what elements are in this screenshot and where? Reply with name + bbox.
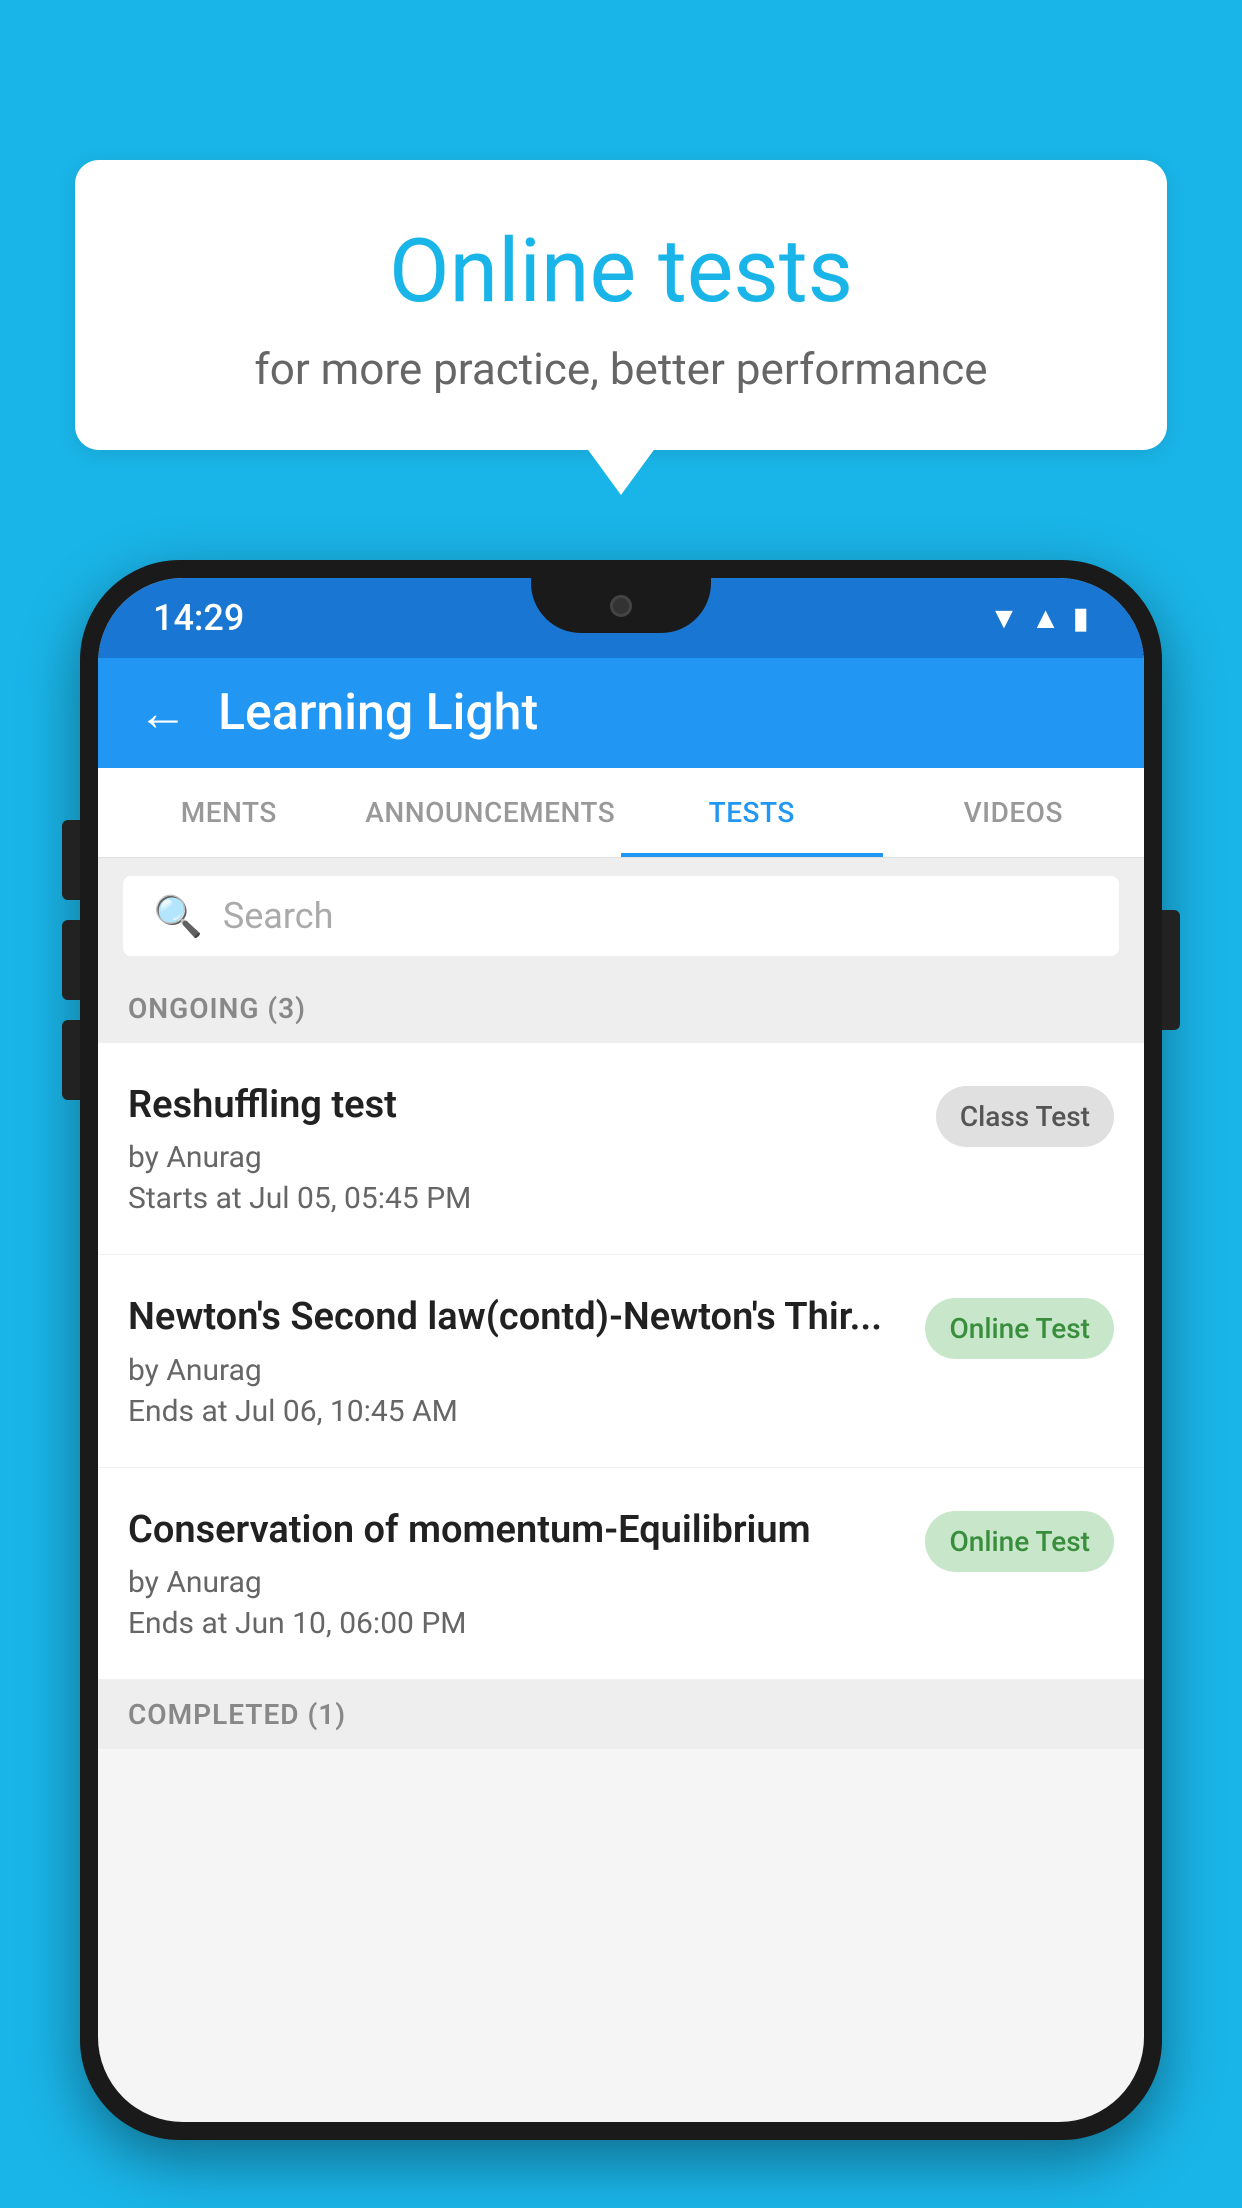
tab-videos[interactable]: VIDEOS xyxy=(883,768,1145,857)
search-container: 🔍 Search xyxy=(98,858,1144,974)
test-author-3: by Anurag xyxy=(128,1565,905,1600)
tab-videos-label: VIDEOS xyxy=(964,796,1063,829)
status-icons: ▼ ▲ ▮ xyxy=(989,601,1089,636)
tab-tests[interactable]: TESTS xyxy=(621,768,883,857)
wifi-icon: ▼ xyxy=(989,601,1019,636)
completed-section-header: COMPLETED (1) xyxy=(98,1680,1144,1749)
bubble-title: Online tests xyxy=(125,220,1117,323)
tab-announcements[interactable]: ANNOUNCEMENTS xyxy=(360,768,622,857)
test-badge-1: Class Test xyxy=(936,1086,1114,1147)
test-author-2: by Anurag xyxy=(128,1353,905,1388)
search-icon: 🔍 xyxy=(153,893,203,940)
test-info-3: Conservation of momentum-Equilibrium by … xyxy=(128,1506,925,1641)
test-date-3: Ends at Jun 10, 06:00 PM xyxy=(128,1606,905,1641)
test-badge-2: Online Test xyxy=(925,1298,1114,1359)
test-date-2: Ends at Jul 06, 10:45 AM xyxy=(128,1394,905,1429)
bubble-subtitle: for more practice, better performance xyxy=(125,343,1117,395)
tab-announcements-label: ANNOUNCEMENTS xyxy=(365,796,615,829)
status-bar: 14:29 ▼ ▲ ▮ xyxy=(98,578,1144,658)
test-badge-3: Online Test xyxy=(925,1511,1114,1572)
test-date-1: Starts at Jul 05, 05:45 PM xyxy=(128,1181,916,1216)
signal-icon: ▲ xyxy=(1031,601,1061,636)
test-item-2[interactable]: Newton's Second law(contd)-Newton's Thir… xyxy=(98,1255,1144,1467)
app-title: Learning Light xyxy=(218,684,538,742)
speech-bubble: Online tests for more practice, better p… xyxy=(75,160,1167,450)
test-name-2: Newton's Second law(contd)-Newton's Thir… xyxy=(128,1293,905,1342)
search-bar[interactable]: 🔍 Search xyxy=(123,876,1119,956)
app-bar: ← Learning Light xyxy=(98,658,1144,768)
test-list: Reshuffling test by Anurag Starts at Jul… xyxy=(98,1043,1144,1680)
test-item-1[interactable]: Reshuffling test by Anurag Starts at Jul… xyxy=(98,1043,1144,1255)
test-author-1: by Anurag xyxy=(128,1140,916,1175)
tab-ments[interactable]: MENTS xyxy=(98,768,360,857)
phone-outer: 14:29 ▼ ▲ ▮ ← Learning Light MENTS xyxy=(80,560,1162,2140)
phone-wrapper: 14:29 ▼ ▲ ▮ ← Learning Light MENTS xyxy=(80,560,1162,2208)
ongoing-section-header: ONGOING (3) xyxy=(98,974,1144,1043)
notch xyxy=(531,578,711,633)
tab-bar: MENTS ANNOUNCEMENTS TESTS VIDEOS xyxy=(98,768,1144,858)
battery-icon: ▮ xyxy=(1072,601,1089,636)
search-placeholder: Search xyxy=(223,895,334,937)
status-time: 14:29 xyxy=(153,597,244,639)
test-item-3[interactable]: Conservation of momentum-Equilibrium by … xyxy=(98,1468,1144,1680)
test-name-1: Reshuffling test xyxy=(128,1081,916,1130)
tab-ments-label: MENTS xyxy=(181,796,277,829)
back-button[interactable]: ← xyxy=(138,684,188,743)
tab-tests-label: TESTS xyxy=(709,796,795,829)
test-info-1: Reshuffling test by Anurag Starts at Jul… xyxy=(128,1081,936,1216)
test-info-2: Newton's Second law(contd)-Newton's Thir… xyxy=(128,1293,925,1428)
phone-screen: 14:29 ▼ ▲ ▮ ← Learning Light MENTS xyxy=(98,578,1144,2122)
test-name-3: Conservation of momentum-Equilibrium xyxy=(128,1506,905,1555)
camera-dot xyxy=(610,595,632,617)
